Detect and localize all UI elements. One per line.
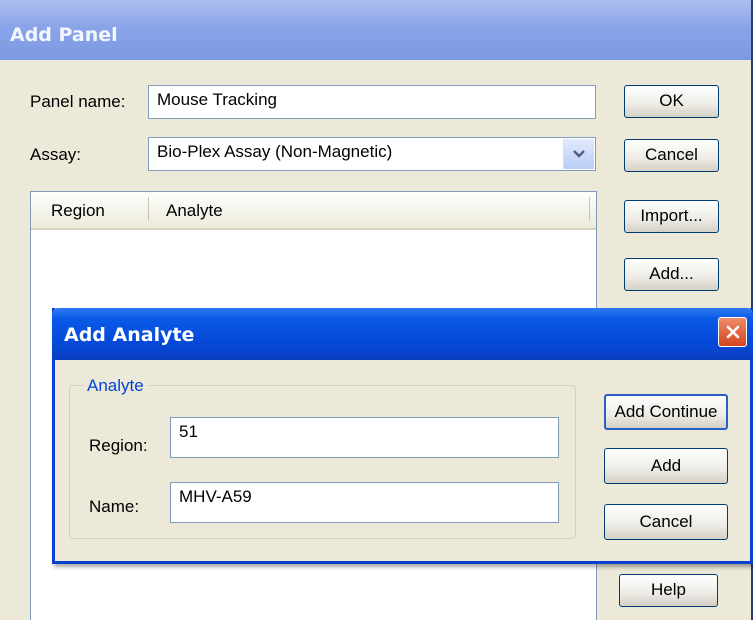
add-button[interactable]: Add	[604, 448, 728, 484]
close-button[interactable]	[718, 317, 747, 347]
panel-name-input[interactable]: Mouse Tracking	[148, 85, 596, 119]
ok-button[interactable]: OK	[624, 85, 719, 118]
region-input[interactable]: 51	[170, 417, 559, 458]
add-analyte-title: Add Analyte	[64, 324, 195, 346]
import-button[interactable]: Import...	[624, 200, 719, 233]
column-divider[interactable]	[589, 197, 590, 221]
analyte-group-label: Analyte	[83, 376, 148, 396]
close-icon	[726, 325, 739, 339]
column-header-region[interactable]: Region	[51, 201, 105, 221]
panel-name-label: Panel name:	[30, 92, 126, 111]
name-label: Name:	[89, 497, 140, 516]
name-input[interactable]: MHV-A59	[170, 482, 559, 523]
add-analyte-title-bar[interactable]: Add Analyte	[52, 308, 753, 360]
dialog-cancel-button[interactable]: Cancel	[604, 504, 728, 540]
assay-label: Assay:	[30, 145, 82, 164]
assay-select[interactable]: Bio-Plex Assay (Non-Magnetic)	[148, 137, 596, 171]
help-button[interactable]: Help	[619, 574, 718, 607]
cancel-button[interactable]: Cancel	[624, 139, 719, 172]
chevron-down-icon	[573, 150, 585, 158]
region-label: Region:	[89, 436, 148, 455]
add-panel-title: Add Panel	[10, 24, 118, 46]
assay-selected-value: Bio-Plex Assay (Non-Magnetic)	[157, 142, 393, 161]
add-analyte-button[interactable]: Add...	[624, 258, 719, 291]
column-header-analyte[interactable]: Analyte	[166, 201, 223, 221]
add-analyte-dialog: Add Analyte Analyte Region: 51 Name: MHV…	[52, 308, 753, 564]
analyte-group: Analyte Region: 51 Name: MHV-A59	[69, 376, 576, 539]
assay-dropdown-button[interactable]	[563, 139, 594, 169]
add-panel-title-bar[interactable]: Add Panel	[0, 0, 751, 60]
column-divider[interactable]	[148, 197, 149, 221]
analyte-list-header: Region Analyte	[31, 192, 596, 230]
add-continue-button[interactable]: Add Continue	[604, 394, 728, 430]
